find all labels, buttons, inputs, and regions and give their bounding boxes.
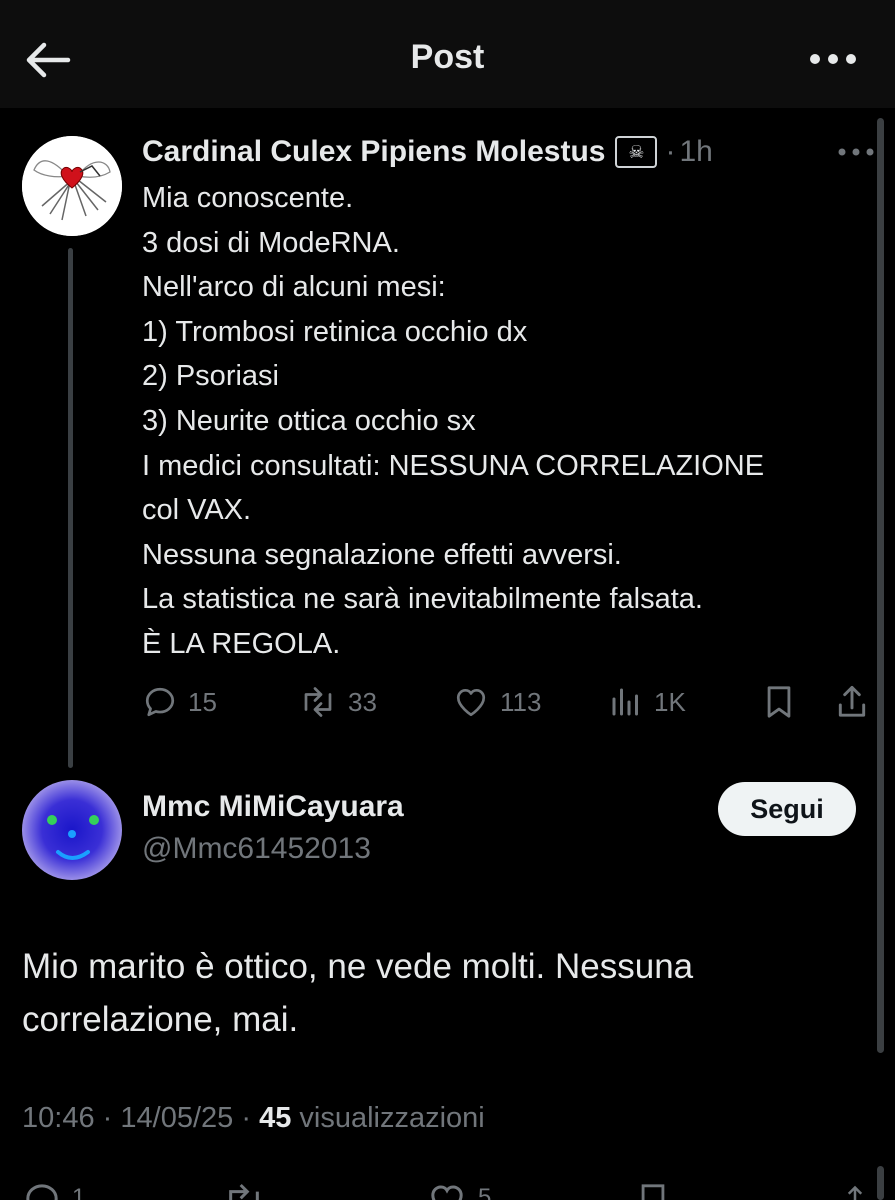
- bar-chart-icon: [612, 688, 638, 716]
- post-text-line: I medici consultati: NESSUNA CORRELAZION…: [142, 449, 765, 482]
- repost-icon: [304, 687, 332, 717]
- repost-button[interactable]: [222, 1180, 266, 1200]
- reply-text: Mio marito è ottico, ne vede molti. Ness…: [22, 940, 872, 1046]
- post-text-line: Nell'arco di alcuni mesi:: [142, 271, 446, 304]
- avatar[interactable]: [22, 780, 122, 880]
- post-text: Mia conoscente. 3 dosi di ModeRNA. Nell'…: [142, 176, 882, 667]
- reply-text-line: Mio marito è ottico, ne vede molti. Ness…: [22, 947, 694, 986]
- ellipsis-icon: [838, 148, 874, 156]
- repost-icon: [229, 1183, 259, 1200]
- post-header: Cardinal Culex Pipiens Molestus ☠ · 1h: [142, 132, 713, 172]
- post-more-button[interactable]: [836, 140, 876, 164]
- avatar[interactable]: [22, 136, 122, 236]
- post-date: 14/05/25: [120, 1102, 234, 1134]
- scrollbar[interactable]: [877, 1166, 884, 1200]
- smiley-avatar-image: [22, 780, 122, 880]
- scrollbar[interactable]: [877, 118, 884, 1053]
- reply-button[interactable]: 1: [22, 1180, 85, 1200]
- heart-icon: [431, 1185, 463, 1200]
- share-icon: [847, 1185, 863, 1200]
- repost-count: 33: [348, 686, 377, 717]
- bookmark-button[interactable]: [762, 680, 796, 724]
- thread-connector-line: [68, 248, 73, 768]
- post-text-line: 3) Neurite ottica occhio sx: [142, 404, 476, 437]
- separator-dot: ·: [102, 1102, 113, 1134]
- reply-icon: [26, 1184, 58, 1200]
- views-label[interactable]: visualizzazioni: [299, 1102, 484, 1134]
- post-text-line: Nessuna segnalazione effetti avversi.: [142, 538, 622, 571]
- like-count: 113: [500, 686, 542, 717]
- like-button[interactable]: 113: [452, 680, 541, 724]
- reply-actions: 1 5: [22, 1180, 872, 1200]
- views-button[interactable]: 1K: [608, 680, 686, 724]
- bookmark-button[interactable]: [636, 1180, 670, 1200]
- bookmark-icon: [641, 1184, 665, 1200]
- separator-dot: ·: [241, 1102, 251, 1134]
- reply-count: 1: [72, 1184, 86, 1200]
- reply-author-name[interactable]: Mmc MiMiCayuara: [142, 790, 404, 824]
- post-text-line: Mia conoscente.: [142, 182, 354, 214]
- separator-dot: ·: [665, 135, 676, 168]
- share-icon: [838, 685, 866, 717]
- follow-button[interactable]: Segui: [718, 782, 856, 836]
- top-bar: Post: [0, 0, 895, 108]
- share-button[interactable]: [834, 680, 870, 724]
- share-button[interactable]: [840, 1180, 870, 1200]
- author-name[interactable]: Cardinal Culex Pipiens Molestus: [142, 135, 605, 169]
- like-count: 5: [478, 1184, 492, 1200]
- bookmark-icon: [767, 686, 791, 718]
- repost-button[interactable]: 33: [298, 680, 377, 724]
- ellipsis-icon: [810, 54, 856, 64]
- reply-text-line: correlazione, mai.: [22, 1000, 299, 1039]
- post-time[interactable]: 1h: [679, 135, 712, 169]
- reply-count: 15: [188, 686, 217, 717]
- post-time: 10:46: [22, 1102, 95, 1134]
- heart-icon: [456, 688, 486, 717]
- like-button[interactable]: 5: [426, 1180, 491, 1200]
- page-title: Post: [410, 38, 485, 76]
- post-timestamp: 10:46 · 14/05/25 · 45 visualizzazioni: [22, 1102, 485, 1135]
- more-options-button[interactable]: [809, 44, 859, 74]
- post-text-line: La statistica ne sarà inevitabilmente fa…: [142, 583, 703, 616]
- views-count: 1K: [654, 686, 686, 717]
- mosquito-avatar-image: [22, 136, 122, 236]
- post-text-line: 3 dosi di ModeRNA.: [142, 226, 400, 259]
- pirate-flag-icon: ☠: [615, 136, 658, 168]
- reply-icon: [145, 687, 175, 717]
- post-text-line: 2) Psoriasi: [142, 360, 279, 393]
- reply-author-handle[interactable]: @Mmc61452013: [142, 832, 371, 866]
- post-text-line: È LA REGOLA.: [142, 627, 341, 660]
- views-count[interactable]: 45: [259, 1102, 291, 1134]
- post-actions: 15 33 113 1K: [142, 680, 882, 724]
- post-text-line: 1) Trombosi retinica occhio dx: [142, 315, 528, 348]
- reply-button[interactable]: 15: [142, 680, 217, 724]
- post-text-line: col VAX.: [142, 494, 252, 527]
